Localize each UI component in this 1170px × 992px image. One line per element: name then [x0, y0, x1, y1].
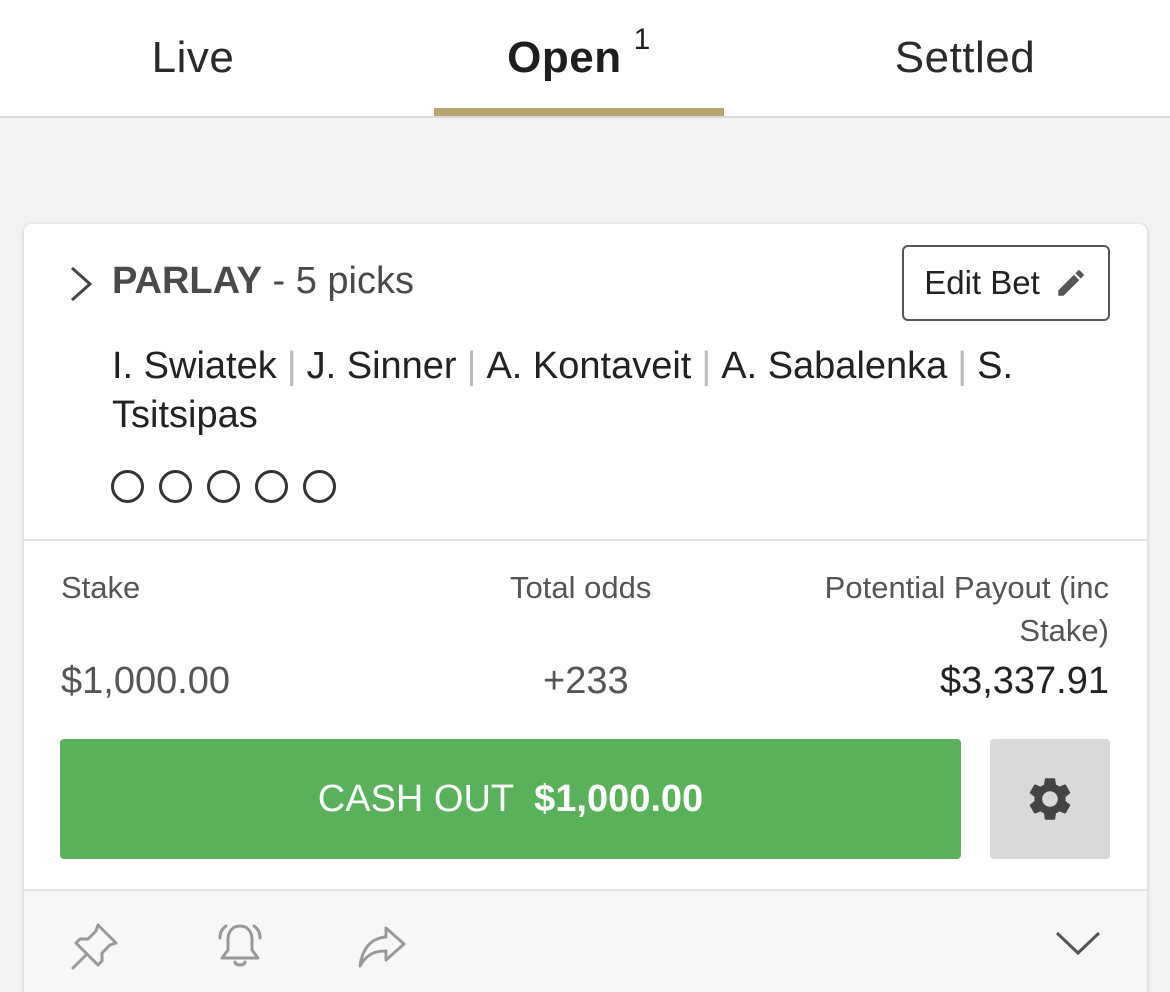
- separator: |: [701, 345, 712, 387]
- bet-card-footer: [24, 889, 1147, 992]
- edit-bet-label: Edit Bet: [924, 264, 1040, 301]
- pick-status-indicators: [111, 470, 336, 503]
- pencil-icon: [1058, 270, 1084, 296]
- selection-item: A. Kontaveit: [486, 345, 692, 387]
- pick-status-dot: [159, 470, 192, 503]
- gear-icon: [1029, 778, 1071, 820]
- divider: [24, 539, 1147, 541]
- potential-payout-value: $3,337.91: [939, 660, 1109, 702]
- tab-live[interactable]: Live: [48, 0, 338, 116]
- total-odds-label: Total odds: [510, 570, 652, 605]
- pick-status-dot: [255, 470, 288, 503]
- total-odds-value: +233: [543, 660, 629, 702]
- separator: |: [466, 345, 477, 387]
- picks-count: - 5 picks: [272, 260, 414, 302]
- tab-open[interactable]: Open 1: [434, 0, 724, 116]
- separator: |: [957, 345, 968, 387]
- potential-payout-label: Potential Payout (inc Stake): [824, 570, 1109, 648]
- stake-value: $1,000.00: [61, 660, 231, 702]
- bell-icon[interactable]: [212, 918, 268, 974]
- cash-out-settings-button[interactable]: [990, 739, 1110, 859]
- bet-status-tabs: Live Open 1 Settled: [0, 0, 1170, 118]
- bet-type: PARLAY: [112, 260, 262, 302]
- open-count-badge: 1: [633, 23, 651, 56]
- tab-settled-label: Settled: [894, 33, 1036, 82]
- share-icon[interactable]: [354, 918, 410, 974]
- selections-list: I. Swiatek | J. Sinner | A. Kontaveit | A. Sab…: [112, 342, 1042, 440]
- edit-bet-button[interactable]: Edit Bet: [902, 245, 1110, 321]
- bet-title: PARLAY - 5 picks: [112, 260, 414, 303]
- pick-status-dot: [303, 470, 336, 503]
- tab-settled[interactable]: Settled: [820, 0, 1110, 116]
- tab-live-label: Live: [151, 33, 235, 82]
- pick-status-dot: [207, 470, 240, 503]
- selection-item: J. Sinner: [306, 345, 457, 387]
- cash-out-amount: $1,000.00: [534, 777, 704, 820]
- cash-out-button[interactable]: CASH OUT $1,000.00: [60, 739, 961, 859]
- selection-item: I. Swiatek: [112, 345, 277, 387]
- selection-item: A. Sabalenka: [721, 345, 948, 387]
- separator: |: [286, 345, 297, 387]
- pin-icon[interactable]: [67, 918, 123, 974]
- active-tab-indicator: [434, 108, 724, 116]
- tab-open-label: Open: [507, 33, 622, 82]
- pick-status-dot: [111, 470, 144, 503]
- chevron-down-icon[interactable]: [1051, 923, 1105, 963]
- cash-out-label: CASH OUT: [317, 777, 515, 820]
- bet-card: PARLAY - 5 picks Edit Bet I. Swiatek | J. …: [24, 224, 1147, 992]
- stake-label: Stake: [61, 570, 141, 605]
- chevron-right-icon[interactable]: [64, 264, 98, 304]
